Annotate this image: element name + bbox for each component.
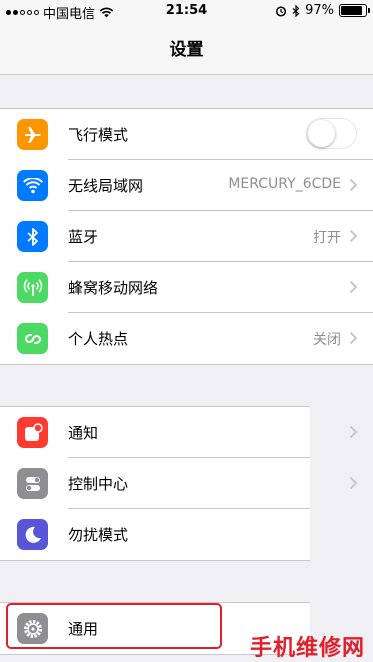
status-right: 97% — [275, 3, 370, 18]
notification-icon — [24, 422, 43, 441]
bluetooth-label: 蓝牙 — [68, 228, 99, 246]
hotspot-icon — [24, 333, 41, 344]
alarm-icon — [276, 5, 287, 17]
row-bluetooth[interactable]: 蓝牙 打开 — [0, 211, 373, 262]
chevron-right-icon — [349, 178, 358, 192]
row-airplane-mode[interactable]: 飞行模式 — [0, 109, 373, 160]
bluetooth-icon — [26, 227, 38, 246]
cellular-label: 蜂窝移动网络 — [68, 279, 159, 297]
page-title: 设置 — [169, 40, 204, 60]
chevron-right-icon — [349, 331, 358, 345]
row-control-center[interactable]: 控制中心 — [0, 458, 358, 509]
chevron-right-icon — [349, 425, 358, 439]
battery-percent: 97% — [305, 3, 334, 18]
battery-icon — [339, 4, 370, 17]
wifi-label: 无线局域网 — [68, 177, 144, 195]
moon-icon — [25, 526, 41, 543]
control-center-label: 控制中心 — [68, 475, 129, 493]
highlight-box — [6, 603, 222, 649]
cellular-icon — [23, 278, 42, 296]
watermark-text: 手机维修网 — [249, 636, 365, 661]
toggle-knob — [308, 120, 335, 147]
chevron-right-icon — [349, 476, 358, 490]
airplane-icon — [24, 126, 41, 143]
hotspot-label: 个人热点 — [68, 330, 129, 348]
row-wifi[interactable]: 无线局域网 MERCURY_6CDE — [0, 160, 373, 211]
row-notifications[interactable]: 通知 — [0, 407, 358, 458]
bluetooth-status-icon — [292, 4, 300, 17]
airplane-mode-label: 飞行模式 — [68, 126, 129, 144]
control-center-icon — [25, 476, 40, 491]
do-not-disturb-label: 勿扰模式 — [68, 526, 129, 544]
row-personal-hotspot[interactable]: 个人热点 关闭 — [0, 313, 373, 364]
chevron-right-icon — [349, 280, 358, 294]
row-cellular[interactable]: 蜂窝移动网络 — [0, 262, 373, 313]
system-group: 通知 控制中心 勿扰模式 — [0, 406, 358, 561]
notifications-label: 通知 — [68, 424, 99, 442]
wifi-network-name: MERCURY_6CDE — [228, 176, 341, 192]
status-bar: 中国电信 21:54 97% — [0, 0, 373, 22]
navigation-bar: 设置 — [0, 22, 373, 75]
bluetooth-status: 打开 — [313, 230, 341, 246]
row-do-not-disturb[interactable]: 勿扰模式 — [0, 509, 310, 560]
wifi-icon — [22, 177, 43, 193]
connectivity-group: 飞行模式 无线局域网 MERCURY_6CDE 蓝牙 打开 蜂窝移动网络 个人热… — [0, 108, 373, 365]
hotspot-status: 关闭 — [313, 332, 341, 348]
chevron-right-icon — [349, 229, 358, 243]
airplane-mode-toggle[interactable] — [306, 118, 357, 149]
